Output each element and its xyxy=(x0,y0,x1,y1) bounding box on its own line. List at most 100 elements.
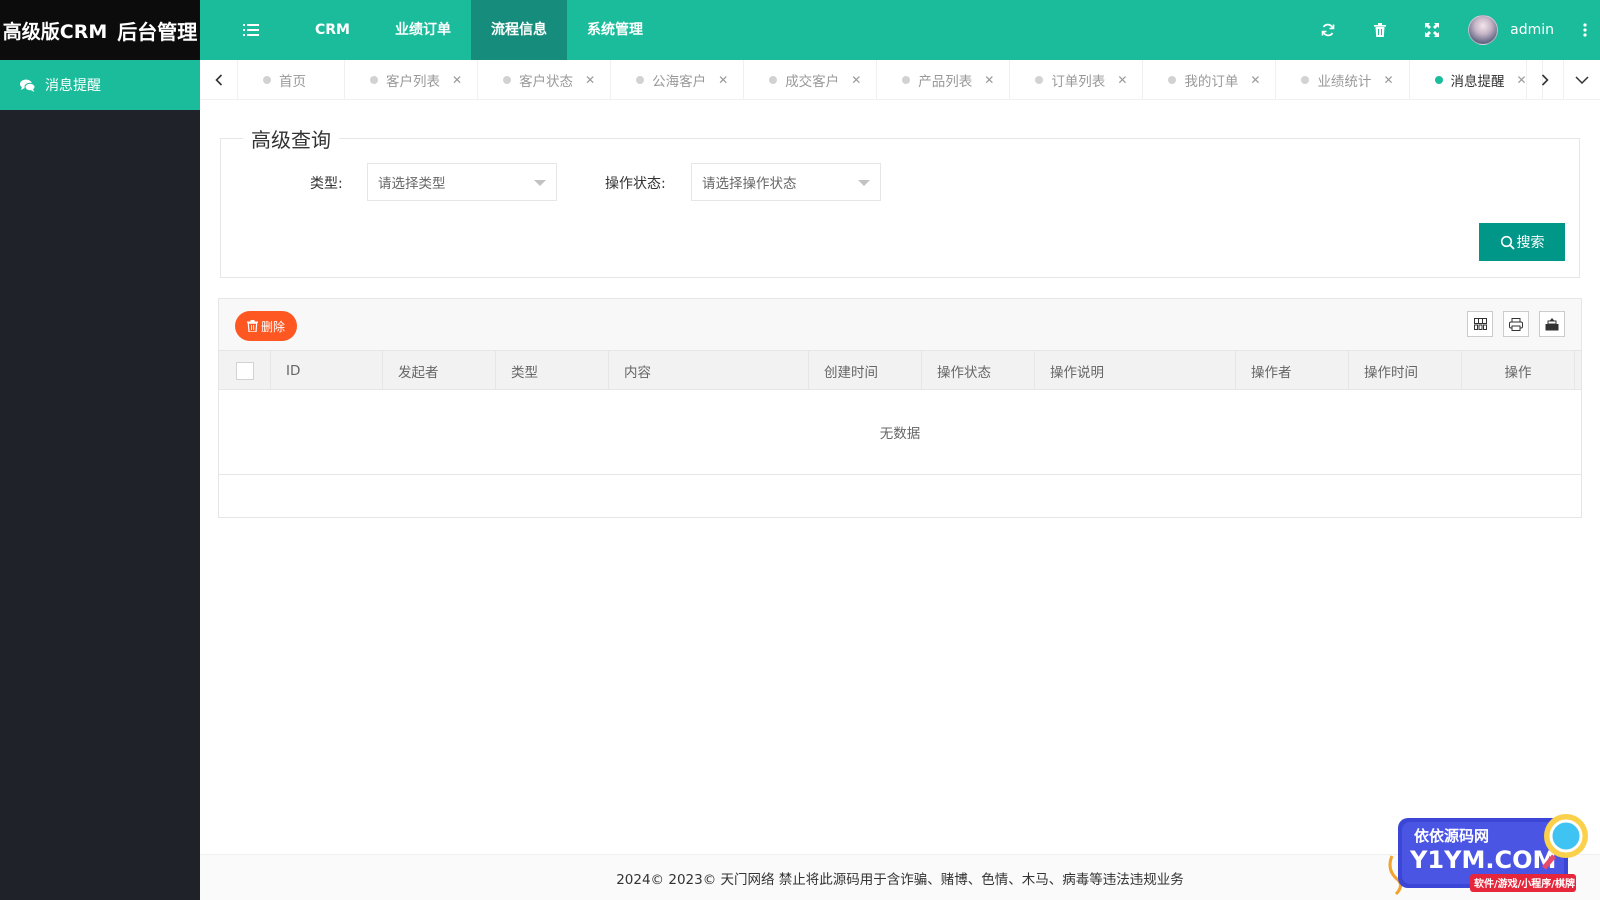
tab-dot xyxy=(636,76,645,84)
column-header-operation-time[interactable]: 操作时间 xyxy=(1349,351,1462,390)
tab-dot xyxy=(263,76,271,84)
column-header-created-time[interactable]: 创建时间 xyxy=(809,351,922,390)
table-header: ID 发起者 类型 内容 创建时间 操作状态 操作说明 操作者 操作时间 操作 xyxy=(219,351,1581,390)
nav-performance-orders[interactable]: 业绩订单 xyxy=(375,0,471,60)
chevron-down-icon xyxy=(534,180,546,186)
column-header-actions[interactable]: 操作 xyxy=(1462,351,1575,390)
tab-label: 成交客户 xyxy=(785,74,840,90)
tab-dot xyxy=(503,76,512,84)
tab-product-list[interactable]: 产品列表 ✕ xyxy=(877,60,1011,100)
tab-home[interactable]: 首页 xyxy=(238,60,345,100)
search-button[interactable]: 搜索 xyxy=(1479,223,1565,261)
type-select[interactable]: 请选择类型 xyxy=(367,163,557,201)
type-label: 类型: xyxy=(310,176,343,192)
close-icon[interactable]: ✕ xyxy=(984,73,994,87)
tab-dot xyxy=(1035,76,1044,84)
tab-label: 公海客户 xyxy=(652,74,707,90)
tab-order-list[interactable]: 订单列表 ✕ xyxy=(1010,60,1144,100)
tab-menu-chevron-down-icon[interactable] xyxy=(1564,60,1600,100)
tab-label: 业绩统计 xyxy=(1317,74,1372,90)
svg-text:依依源码网: 依依源码网 xyxy=(1414,827,1489,845)
sidebar-item-label: 消息提醒 xyxy=(45,78,101,94)
select-all-checkbox[interactable] xyxy=(235,361,254,380)
chat-icon xyxy=(20,79,35,92)
tab-scroll-right-icon[interactable] xyxy=(1526,60,1564,100)
advanced-search-title: 高级查询 xyxy=(243,124,339,153)
column-header-type[interactable]: 类型 xyxy=(496,351,609,390)
columns-icon[interactable] xyxy=(1467,311,1493,337)
logo-subtitle: 后台管理 xyxy=(117,19,198,44)
column-header-operation-status[interactable]: 操作状态 xyxy=(922,351,1035,390)
svg-text:软件/游戏/小程序/棋牌: 软件/游戏/小程序/棋牌 xyxy=(1474,877,1575,890)
table-toolbar: 删除 xyxy=(219,299,1581,351)
logo-title: 高级版CRM xyxy=(2,20,108,43)
tab-public-customers[interactable]: 公海客户 ✕ xyxy=(611,60,745,100)
status-label: 操作状态: xyxy=(605,176,666,192)
column-header-operator[interactable]: 操作者 xyxy=(1236,351,1349,390)
more-vertical-icon[interactable] xyxy=(1570,0,1600,60)
tab-scroll-left-icon[interactable] xyxy=(200,60,238,100)
search-icon xyxy=(1500,235,1515,250)
logo[interactable]: 高级版CRM 后台管理 xyxy=(0,0,200,60)
column-header-sender[interactable]: 发起者 xyxy=(383,351,496,390)
close-icon[interactable]: ✕ xyxy=(1250,73,1260,87)
avatar xyxy=(1468,15,1499,45)
page-tabs: 首页 客户列表 ✕ 客户状态 ✕ 公海客户 ✕ 成交客户 ✕ 产品列表 ✕ 订单列表 ✕ 我… xyxy=(200,60,1600,100)
column-header-id[interactable]: ID xyxy=(271,351,383,390)
status-select[interactable]: 请选择操作状态 xyxy=(691,163,881,201)
tab-performance-stats[interactable]: 业绩统计 ✕ xyxy=(1276,60,1410,100)
tab-dot xyxy=(769,76,778,84)
close-icon[interactable]: ✕ xyxy=(1117,73,1127,87)
column-header-operation-note[interactable]: 操作说明 xyxy=(1035,351,1236,390)
tab-label: 首页 xyxy=(279,74,306,90)
fullscreen-icon[interactable] xyxy=(1406,0,1458,60)
sidebar: 消息提醒 xyxy=(0,60,200,900)
delete-button[interactable]: 删除 xyxy=(235,311,298,341)
nav-process-info[interactable]: 流程信息 xyxy=(471,0,567,60)
close-icon[interactable]: ✕ xyxy=(452,73,462,87)
tab-dot xyxy=(1434,76,1443,84)
tab-my-orders[interactable]: 我的订单 ✕ xyxy=(1143,60,1277,100)
tab-label: 客户状态 xyxy=(519,74,574,90)
status-select-placeholder: 请选择操作状态 xyxy=(702,176,797,192)
tab-dot xyxy=(1168,76,1177,84)
chevron-down-icon xyxy=(858,180,870,186)
tab-dot xyxy=(370,76,378,84)
top-nav: CRM 业绩订单 流程信息 系统管理 xyxy=(290,0,663,60)
watermark-logo: 依依源码网 Y1YM.COM 软件/游戏/小程序/棋牌 xyxy=(1384,808,1596,900)
tab-label: 产品列表 xyxy=(918,74,973,90)
tab-dot xyxy=(1301,76,1310,84)
print-icon[interactable] xyxy=(1503,311,1529,337)
sidebar-item-messages[interactable]: 消息提醒 xyxy=(0,60,200,110)
close-icon[interactable]: ✕ xyxy=(1383,73,1393,87)
tab-customer-status[interactable]: 客户状态 ✕ xyxy=(478,60,612,100)
refresh-icon[interactable] xyxy=(1302,0,1354,60)
export-icon[interactable] xyxy=(1539,311,1565,337)
user-menu[interactable]: admin xyxy=(1458,0,1570,60)
close-icon[interactable]: ✕ xyxy=(585,73,595,87)
tab-dot xyxy=(902,76,911,84)
select-all-cell xyxy=(219,351,271,390)
type-select-placeholder: 请选择类型 xyxy=(378,176,446,192)
column-header-content[interactable]: 内容 xyxy=(609,351,809,390)
svg-text:Y1YM.COM: Y1YM.COM xyxy=(1409,846,1556,874)
tab-label: 我的订单 xyxy=(1184,74,1239,90)
trash-icon xyxy=(247,320,258,332)
tab-messages[interactable]: 消息提醒 ✕ xyxy=(1410,60,1543,100)
nav-system-management[interactable]: 系统管理 xyxy=(567,0,663,60)
user-name: admin xyxy=(1510,22,1554,38)
menu-toggle-icon[interactable] xyxy=(236,18,266,42)
close-icon[interactable]: ✕ xyxy=(718,73,728,87)
table-empty-state: 无数据 xyxy=(219,390,1581,475)
tab-closed-customers[interactable]: 成交客户 ✕ xyxy=(744,60,878,100)
search-button-label: 搜索 xyxy=(1516,235,1545,251)
close-icon[interactable]: ✕ xyxy=(851,73,861,87)
nav-crm[interactable]: CRM xyxy=(290,0,375,60)
advanced-search: 高级查询 类型: 请选择类型 操作状态: 请选择操作状态 搜索 xyxy=(220,124,1580,278)
tab-label: 消息提醒 xyxy=(1450,74,1505,90)
tab-list: 首页 客户列表 ✕ 客户状态 ✕ 公海客户 ✕ 成交客户 ✕ 产品列表 ✕ 订单列表 ✕ 我… xyxy=(238,60,1543,100)
data-table-panel: 删除 ID 发起者 类型 内容 创建时间 操作状态 操作说明 操作者 操作时间 … xyxy=(218,298,1582,518)
tab-label: 订单列表 xyxy=(1051,74,1106,90)
tab-customer-list[interactable]: 客户列表 ✕ xyxy=(345,60,479,100)
trash-icon[interactable] xyxy=(1354,0,1406,60)
